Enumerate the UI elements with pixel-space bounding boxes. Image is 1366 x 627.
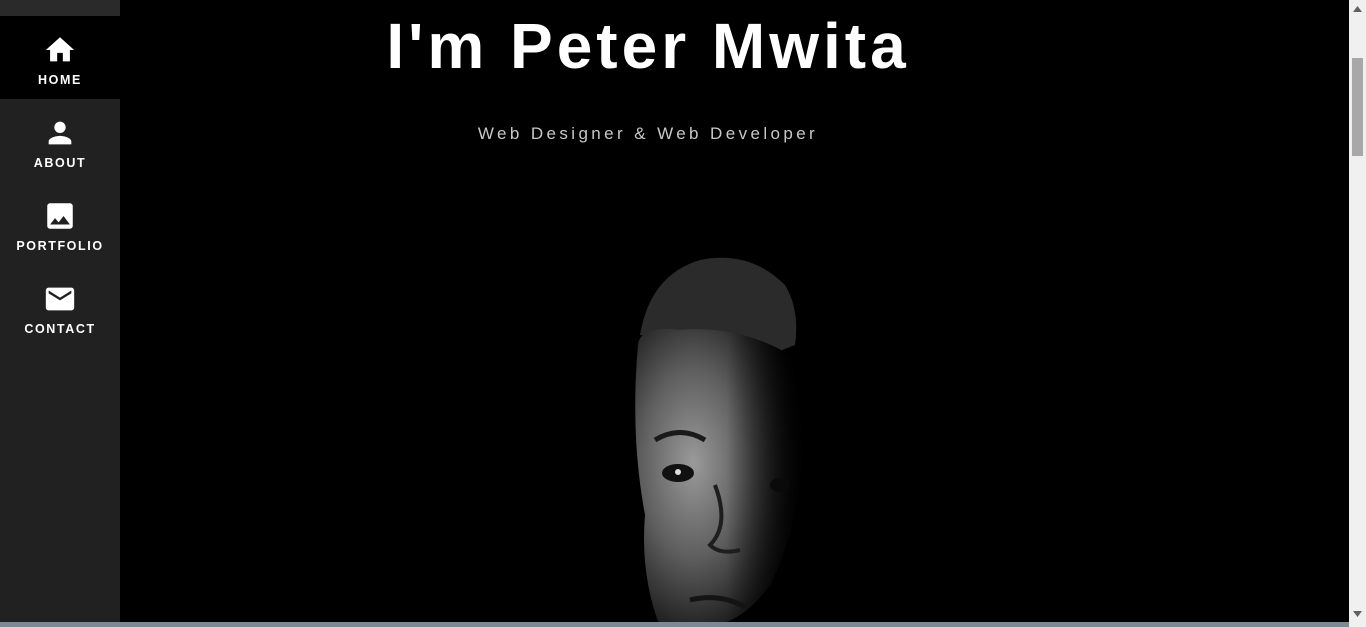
sidebar-item-about[interactable]: ABOUT xyxy=(0,99,120,182)
sidebar-item-label: PORTFOLIO xyxy=(16,239,104,253)
hero-section: I'm Peter Mwita Web Designer & Web Devel… xyxy=(120,0,1349,627)
sidebar-nav: HOME ABOUT PORTFOLIO CONTACT xyxy=(0,0,120,627)
hero-subtitle: Web Designer & Web Developer xyxy=(477,124,819,143)
home-icon xyxy=(45,37,75,62)
sidebar-item-label: HOME xyxy=(38,73,82,87)
person-icon xyxy=(48,121,72,145)
portrait-image xyxy=(635,257,802,627)
mail-icon xyxy=(45,287,75,311)
sidebar-item-label: ABOUT xyxy=(33,156,87,170)
sidebar-item-portfolio[interactable]: PORTFOLIO xyxy=(0,182,120,265)
sidebar-item-contact[interactable]: CONTACT xyxy=(0,265,120,348)
sidebar-top-strip xyxy=(0,0,120,16)
sidebar-item-label: CONTACT xyxy=(24,322,96,336)
scroll-up-icon[interactable] xyxy=(1349,0,1366,17)
scroll-down-icon[interactable] xyxy=(1349,605,1366,622)
scrollbar-thumb[interactable] xyxy=(1352,58,1363,156)
page-title: I'm Peter Mwita xyxy=(386,10,910,82)
bottom-edge-strip xyxy=(0,622,1349,627)
sidebar-item-home[interactable]: HOME xyxy=(0,16,120,99)
image-icon xyxy=(47,203,73,229)
vertical-scrollbar[interactable] xyxy=(1349,0,1366,627)
